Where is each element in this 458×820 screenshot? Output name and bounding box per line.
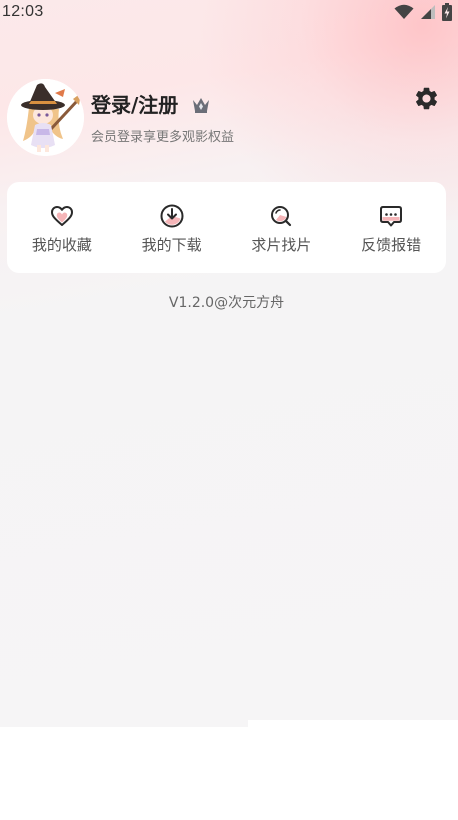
avatar[interactable]	[7, 79, 84, 156]
version-text: V1.2.0@次元方舟	[168, 295, 285, 311]
downloads-label: 我的下载	[141, 236, 202, 254]
status-bar: 12:03	[0, 0, 458, 26]
status-icons	[394, 3, 452, 21]
profile-screen: 12:03 登录/注册 会员登录享更多观影权益 我的收藏 我的下载 求片找片 反…	[0, 0, 458, 727]
gear-icon[interactable]	[413, 85, 440, 112]
bottom-blank-area	[0, 727, 458, 820]
download-icon	[160, 204, 184, 228]
feedback-label: 反馈报错	[361, 236, 422, 254]
wifi-icon	[394, 4, 414, 19]
downloads-button[interactable]: 我的下载	[117, 182, 227, 273]
favorites-label: 我的收藏	[31, 236, 92, 254]
search-icon	[271, 206, 292, 227]
favorites-button[interactable]: 我的收藏	[7, 182, 117, 273]
battery-charging-icon	[442, 3, 452, 21]
heart-icon	[50, 206, 73, 226]
witch-girl-avatar	[7, 79, 84, 156]
crown-icon	[193, 98, 209, 113]
quick-actions-card: 我的收藏 我的下载 求片找片 反馈报错	[7, 182, 446, 273]
feedback-button[interactable]: 反馈报错	[336, 182, 446, 273]
membership-hint: 会员登录享更多观影权益	[91, 130, 235, 145]
login-register-link[interactable]: 登录/注册	[91, 91, 178, 119]
status-time: 12:03	[2, 3, 44, 20]
request-video-button[interactable]: 求片找片	[227, 182, 337, 273]
request-video-label: 求片找片	[251, 236, 312, 254]
feedback-icon	[380, 206, 403, 227]
bottom-strip	[248, 720, 458, 727]
cellular-signal-icon	[421, 5, 435, 19]
